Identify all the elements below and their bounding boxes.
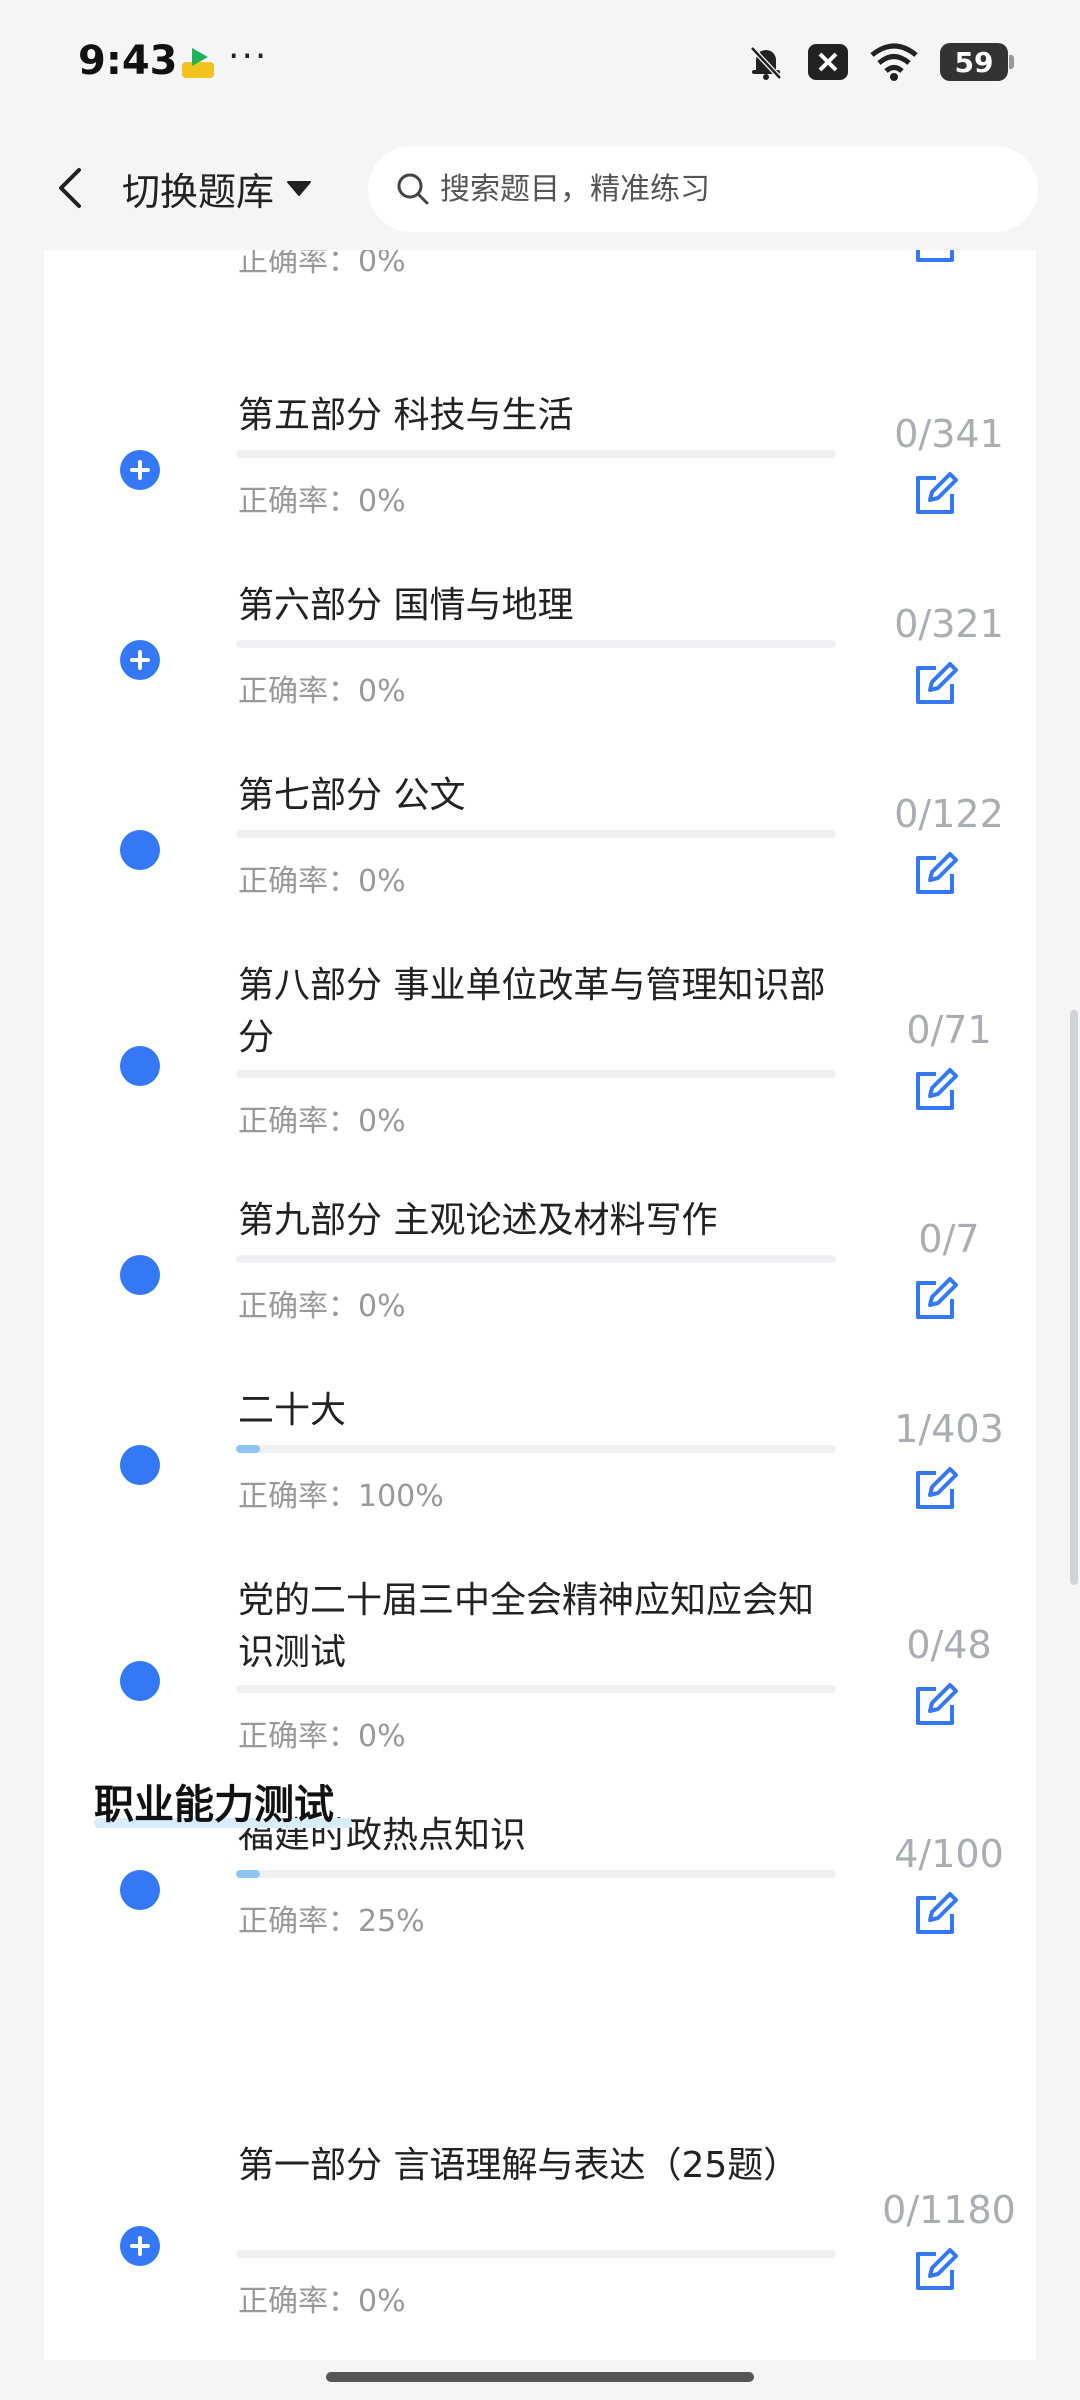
item-title: 第九部分 主观论述及材料写作 bbox=[238, 1200, 718, 1241]
item-title: 第八部分 事业单位改革与管理知识部分 bbox=[238, 965, 826, 1058]
progress-fill bbox=[236, 1445, 260, 1453]
bullet-dot-icon bbox=[120, 1445, 160, 1485]
practice-edit-icon[interactable] bbox=[910, 1465, 960, 1515]
back-button[interactable] bbox=[40, 156, 100, 220]
progress-count: 0/48 bbox=[906, 1623, 992, 1667]
list-item[interactable]: 二十大正确率：100% 1/403 bbox=[44, 1385, 1036, 1575]
accuracy-text: 正确率：0% bbox=[238, 1719, 406, 1754]
practice-edit-icon[interactable] bbox=[910, 250, 960, 268]
bullet-dot-icon bbox=[120, 1255, 160, 1295]
list-item[interactable]: 第八部分 事业单位改革与管理知识部分正确率：0% 0/71 bbox=[44, 960, 1036, 1150]
practice-edit-icon[interactable] bbox=[910, 1890, 960, 1940]
practice-edit-icon[interactable] bbox=[910, 1066, 960, 1116]
bullet-dot-icon bbox=[120, 1870, 160, 1910]
bell-off-icon bbox=[750, 46, 782, 80]
scrollbar[interactable] bbox=[1070, 1010, 1078, 1585]
progress-bar bbox=[236, 1870, 836, 1878]
status-bar: 9:43 ··· 59 bbox=[0, 0, 1080, 126]
practice-edit-icon[interactable] bbox=[910, 1275, 960, 1325]
item-title: 二十大 bbox=[238, 1390, 347, 1431]
practice-edit-icon[interactable] bbox=[910, 1681, 960, 1731]
list-item[interactable]: 正确率：0%0/349 bbox=[44, 250, 1036, 380]
list-item[interactable]: 第九部分 主观论述及材料写作正确率：0% 0/7 bbox=[44, 1195, 1036, 1385]
accuracy-text: 正确率：100% bbox=[238, 1479, 444, 1514]
section-title: 职业能力测试 bbox=[94, 1782, 334, 1828]
item-title: 党的二十届三中全会精神应知应会知识测试 bbox=[238, 1580, 815, 1673]
progress-count: 0/122 bbox=[894, 792, 1004, 836]
practice-edit-icon[interactable] bbox=[910, 470, 960, 520]
list-item[interactable]: 福建时政热点知识 正确率：25% 4/100 bbox=[44, 1810, 1036, 2000]
more-notifications-icon: ··· bbox=[228, 36, 269, 77]
item-title: 第六部分 国情与地理 bbox=[238, 585, 574, 626]
progress-bar bbox=[236, 450, 836, 458]
bullet-dot-icon bbox=[120, 830, 160, 870]
accuracy-text: 正确率：0% bbox=[238, 864, 406, 899]
progress-bar bbox=[236, 830, 836, 838]
list-item[interactable]: 党的二十届三中全会精神应知应会知识测试正确率：0% 0/48 bbox=[44, 1575, 1036, 1765]
expand-plus-icon[interactable] bbox=[120, 450, 160, 490]
wifi-icon bbox=[870, 43, 918, 81]
progress-count: 1/403 bbox=[894, 1407, 1004, 1451]
list-item[interactable]: 第一部分 言语理解与表达（25题） 正确率：0% 0/1180 bbox=[44, 2140, 1036, 2330]
chevron-left-icon bbox=[59, 168, 81, 208]
search-icon bbox=[397, 173, 429, 205]
progress-bar bbox=[236, 1070, 836, 1078]
search-box[interactable] bbox=[368, 146, 1038, 232]
progress-bar bbox=[236, 1445, 836, 1453]
search-input[interactable] bbox=[440, 171, 1000, 207]
item-title: 第五部分 科技与生活 bbox=[238, 395, 574, 436]
progress-count: 0/7 bbox=[918, 1217, 980, 1261]
progress-count: 0/1180 bbox=[882, 2188, 1016, 2232]
status-icons: 59 bbox=[746, 40, 1014, 84]
accuracy-text: 正确率：0% bbox=[238, 2284, 406, 2319]
caret-down-icon bbox=[287, 181, 312, 196]
list-item[interactable]: 第七部分 公文正确率：0% 0/122 bbox=[44, 770, 1036, 960]
bullet-dot-icon bbox=[120, 1661, 160, 1701]
list-item[interactable]: 第五部分 科技与生活正确率：0% 0/341 bbox=[44, 390, 1036, 580]
practice-edit-icon[interactable] bbox=[910, 660, 960, 710]
accuracy-text: 正确率：0% bbox=[238, 674, 406, 709]
question-bank-list: 正确率：0%0/349第五部分 科技与生活正确率：0%0/341第六部分 国情与… bbox=[44, 250, 1036, 2360]
status-time: 9:43 bbox=[78, 38, 178, 84]
header: 切换题库 bbox=[0, 126, 1080, 250]
switch-question-bank-label: 切换题库 bbox=[122, 169, 275, 214]
item-title: 第一部分 言语理解与表达（25题） bbox=[238, 2145, 800, 2186]
progress-count: 0/321 bbox=[894, 602, 1004, 646]
progress-bar bbox=[236, 1255, 836, 1263]
progress-count: 0/341 bbox=[894, 412, 1004, 456]
expand-plus-icon[interactable] bbox=[120, 640, 160, 680]
battery-indicator: 59 bbox=[940, 43, 1014, 81]
progress-bar bbox=[236, 1685, 836, 1693]
progress-bar bbox=[236, 640, 836, 648]
accuracy-text: 正确率：0% bbox=[238, 484, 406, 519]
home-indicator[interactable] bbox=[326, 2372, 754, 2382]
item-title: 第七部分 公文 bbox=[238, 775, 466, 816]
accuracy-text: 正确率：0% bbox=[238, 1104, 406, 1139]
accuracy-text: 正确率：0% bbox=[238, 250, 406, 279]
accuracy-text: 正确率：0% bbox=[238, 1289, 406, 1324]
expand-plus-icon[interactable] bbox=[120, 2226, 160, 2266]
video-app-icon bbox=[182, 48, 214, 78]
practice-edit-icon[interactable] bbox=[910, 850, 960, 900]
list-item[interactable]: 第六部分 国情与地理正确率：0% 0/321 bbox=[44, 580, 1036, 770]
progress-count: 4/100 bbox=[894, 1832, 1004, 1876]
switch-question-bank-button[interactable]: 切换题库 bbox=[122, 156, 312, 220]
accuracy-text: 正确率：25% bbox=[238, 1904, 425, 1939]
practice-edit-icon[interactable] bbox=[910, 2246, 960, 2296]
progress-fill bbox=[236, 1870, 260, 1878]
progress-count: 0/71 bbox=[906, 1008, 992, 1052]
progress-bar bbox=[236, 2250, 836, 2258]
bullet-dot-icon bbox=[120, 1046, 160, 1086]
x-app-icon bbox=[808, 44, 848, 80]
